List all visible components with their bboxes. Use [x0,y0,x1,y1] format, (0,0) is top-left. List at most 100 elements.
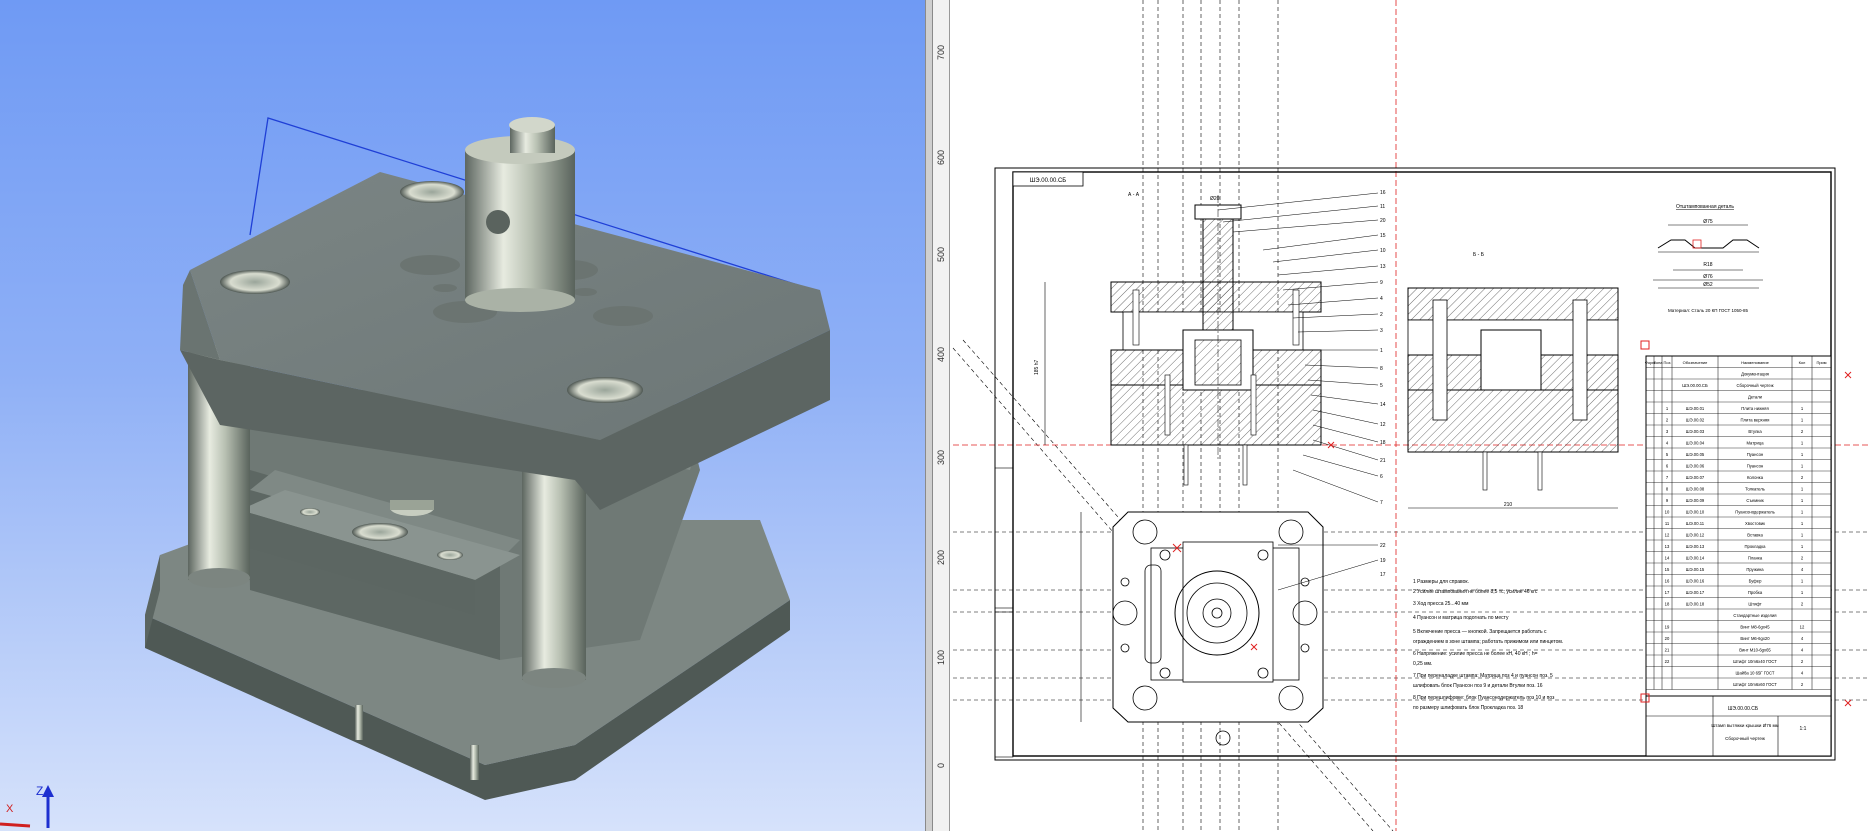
detail-title: Отштампованная деталь [1676,204,1734,210]
table-cell: 13 [1665,544,1670,549]
position-label: 7 [1380,500,1383,506]
position-label: 22 [1380,543,1386,549]
title-block[interactable]: ШЭ.00.00.СБ Штамп вытяжки крышки Ø76 мм … [1645,695,1832,757]
position-label: 8 [1380,366,1383,372]
table-cell: 17 [1665,590,1670,595]
table-cell: Штифт 10m6x40 ГОСТ [1733,659,1777,664]
position-label: 17 [1380,572,1386,578]
note-line: 8 При перешлифовке: блок Пуансонодержате… [1413,695,1555,701]
table-cell: Хвостовик [1745,521,1765,526]
table-header-cell: Наименование [1741,360,1770,365]
table-cell: 19 [1665,625,1670,630]
stamped-part-detail[interactable]: Отштампованная деталь Ø75 R18 Ø76 Ø52 Ма… [1653,204,1763,313]
shank-dimension: Ø20 [1210,196,1220,202]
position-label: 3 [1380,328,1383,334]
title-block-scale: 1:1 [1800,726,1807,732]
table-header-cell: Поз [1664,360,1671,365]
table-cell: Буфер [1749,579,1762,584]
position-label: 16 [1380,190,1386,196]
section-label: Б - Б [1473,252,1485,258]
table-cell: Колонка [1747,475,1764,480]
pane-splitter[interactable] [925,0,933,831]
table-cell: 16 [1665,579,1670,584]
table-cell: Прокладка [1744,544,1766,549]
position-labels: 16 11 20 15 10 13 9 4 2 3 1 8 5 14 12 18… [1380,190,1386,578]
title-block-subtitle: Сборочный чертеж [1725,735,1765,741]
table-cell: 14 [1665,556,1670,561]
table-cell: ШЭ.00.02 [1686,418,1705,423]
position-label: 13 [1380,264,1386,270]
table-cell: Винт М10-6gx65 [1739,648,1771,653]
title-block-name: Штамп вытяжки крышки Ø76 мм [1711,723,1778,728]
position-label: 15 [1380,233,1386,239]
plan-view[interactable] [1080,511,1324,746]
table-cell: ШЭ.00.15 [1686,567,1705,572]
table-cell: Шайба 10 65Г ГОСТ [1736,671,1775,676]
snap-marker [1640,340,1650,350]
drawing-sheet-view[interactable]: 700 600 500 400 300 200 100 0 ШЭ.00.00.С… [933,0,1868,831]
dimension-label: R18 [1703,262,1712,268]
note-line: по размеру шлифовать блок Прокладка поз.… [1413,705,1523,711]
dimension-label: Ø76 [1703,274,1713,280]
section-view-a[interactable]: А - А 185 h7 Ø20 [1034,192,1322,486]
note-line: 3 Ход пресса 25...40 мм [1413,601,1469,607]
assembly-drawing[interactable]: ШЭ.00.00.СБ А - А 185 h7 Ø20 Б - Б 210 1… [933,0,1868,831]
table-cell: ШЭ.00.13 [1686,544,1705,549]
table-cell: 11 [1665,521,1670,526]
table-cell: Штифт [1748,602,1761,607]
note-line: 0,25 мм. [1413,661,1432,667]
table-cell: ШЭ.00.07 [1686,475,1705,480]
section-view-b[interactable]: Б - Б 210 [1407,252,1619,509]
table-cell: Толкатель [1745,487,1766,492]
position-label: 4 [1380,296,1383,302]
note-line: 1 Размеры для справок. [1413,579,1469,585]
table-cell: 15 [1665,567,1670,572]
table-cell: Пробка [1748,590,1763,595]
table-cell: Съемник [1746,498,1764,503]
position-label: 18 [1380,440,1386,446]
position-label: 5 [1380,383,1383,389]
pin-left [355,705,363,740]
table-cell: 12 [1665,533,1670,538]
table-cell: ШЭ.00.09 [1686,498,1705,503]
note-line: 5 Включение пресса — кнопкой. Запрещаетс… [1413,628,1547,635]
x-axis-label: X [6,803,14,815]
note-line: шлифовать блок Пуансон поз 9 и детали Вт… [1413,683,1543,689]
table-cell: ШЭ.00.08 [1686,487,1705,492]
table-cell: Стандартные изделия [1733,613,1776,618]
table-cell: Плита нижняя [1741,406,1768,411]
shank[interactable] [465,117,575,312]
position-label: 21 [1380,458,1386,464]
title-block-code: ШЭ.00.00.СБ [1728,706,1759,712]
die-set-3d-model[interactable]: Z X [0,0,925,831]
dimension-label: Ø75 [1703,219,1713,225]
position-label: 9 [1380,280,1383,286]
dimension-label: Ø52 [1703,282,1713,288]
table-header-cell: Обозначение [1683,360,1709,365]
specification-table[interactable]: ФормЗона Поз Обозначение Наименование Кол При… [1645,355,1832,697]
position-label: 14 [1380,402,1386,408]
table-cell: Пуансонодержатель [1735,510,1775,515]
table-cell: Винт М6-6gx20 [1740,636,1770,641]
table-cell: ШЭ.00.04 [1686,441,1705,446]
table-cell: Документация [1741,372,1769,377]
position-label: 19 [1380,558,1386,564]
table-cell: 12 [1800,625,1805,630]
section-label: А - А [1128,192,1140,198]
position-label: 10 [1380,248,1386,254]
table-cell: 20 [1665,636,1670,641]
3d-viewport[interactable]: Z X [0,0,925,831]
table-cell: Винт М8-6gx45 [1740,625,1770,630]
table-cell: ШЭ.00.11 [1686,521,1705,526]
side-strip [994,611,1014,758]
table-cell: Штифт 10m6x60 ГОСТ [1733,682,1777,687]
table-cell: ШЭ.00.00.СБ [1682,383,1708,388]
position-label: 20 [1380,218,1386,224]
table-header-cell: Прим [1816,360,1826,365]
table-cell: Матрица [1746,441,1764,446]
cad-application: Z X 700 600 500 400 300 200 100 0 ШЭ.00.… [0,0,1868,831]
position-label: 12 [1380,422,1386,428]
note-line: 4 Пуансон и матрица подогнать по месту [1413,615,1509,621]
table-cell: ШЭ.00.10 [1686,510,1705,515]
table-cell: 22 [1665,659,1670,664]
